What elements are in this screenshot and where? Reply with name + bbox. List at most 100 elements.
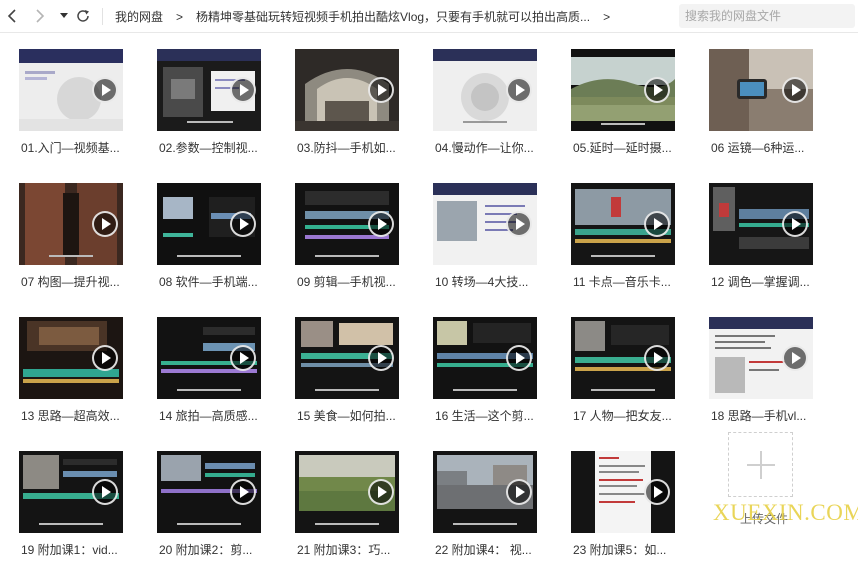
breadcrumb: 我的网盘 > 杨精坤零基础玩转短视频手机拍出酷炫Vlog，只要有手机就可以拍出高… xyxy=(115,8,623,25)
upload-button[interactable] xyxy=(728,432,793,497)
file-name: 19 附加课1：vid... xyxy=(21,543,118,557)
video-thumbnail xyxy=(157,49,261,131)
video-thumbnail xyxy=(157,317,261,399)
play-icon xyxy=(506,479,532,505)
play-icon xyxy=(506,345,532,371)
file-name: 09 剪辑—手机视... xyxy=(297,275,396,289)
play-icon xyxy=(782,345,808,371)
play-icon xyxy=(644,345,670,371)
video-thumbnail xyxy=(295,49,399,131)
video-thumbnail xyxy=(295,317,399,399)
refresh-icon xyxy=(77,10,89,22)
play-icon xyxy=(230,345,256,371)
file-name: 02.参数—控制视... xyxy=(159,141,258,155)
video-file-tile[interactable]: 23 附加课5：如... xyxy=(552,435,690,557)
play-icon xyxy=(782,211,808,237)
video-file-tile[interactable]: 13 思路—超高效... xyxy=(0,301,138,423)
search-box xyxy=(679,4,855,28)
file-name: 15 美食—如何拍... xyxy=(297,409,396,423)
breadcrumb-separator: > xyxy=(176,9,184,24)
video-file-tile[interactable]: 17 人物—把女友... xyxy=(552,301,690,423)
file-name: 22 附加课4： 视... xyxy=(435,543,532,557)
video-file-tile[interactable]: 06 运镜—6种运... xyxy=(690,33,828,155)
forward-button[interactable] xyxy=(30,6,50,26)
play-icon xyxy=(92,345,118,371)
caret-down-icon xyxy=(60,13,68,18)
breadcrumb-expand[interactable]: > xyxy=(603,10,610,24)
video-thumbnail xyxy=(433,183,537,265)
video-thumbnail xyxy=(709,49,813,131)
video-thumbnail xyxy=(19,317,123,399)
video-file-tile[interactable]: 22 附加课4： 视... xyxy=(414,435,552,557)
file-grid: 01.入门—视频基... 02.参数—控制视... 03.防抖—手机如... 0… xyxy=(0,33,858,569)
breadcrumb-root[interactable]: 我的网盘 xyxy=(115,8,163,25)
video-file-tile[interactable]: 10 转场—4大技... xyxy=(414,167,552,289)
play-icon xyxy=(92,211,118,237)
video-thumbnail xyxy=(19,49,123,131)
video-file-tile[interactable]: 03.防抖—手机如... xyxy=(276,33,414,155)
video-thumbnail xyxy=(157,183,261,265)
video-thumbnail xyxy=(433,451,537,533)
file-name: 04.慢动作—让你... xyxy=(435,141,534,155)
video-file-tile[interactable]: 21 附加课3：巧... xyxy=(276,435,414,557)
play-icon xyxy=(230,479,256,505)
play-icon xyxy=(506,77,532,103)
file-name: 20 附加课2：剪... xyxy=(159,543,253,557)
file-name: 23 附加课5：如... xyxy=(573,543,667,557)
plus-icon-vertical xyxy=(760,451,762,479)
video-file-tile[interactable]: 15 美食—如何拍... xyxy=(276,301,414,423)
video-file-tile[interactable]: 18 思路—手机vl... xyxy=(690,301,828,423)
video-file-tile[interactable]: 05.延时—延时摄... xyxy=(552,33,690,155)
play-icon xyxy=(368,77,394,103)
file-name: 10 转场—4大技... xyxy=(435,275,529,289)
video-thumbnail xyxy=(433,317,537,399)
file-name: 17 人物—把女友... xyxy=(573,409,672,423)
file-name: 14 旅拍—高质感... xyxy=(159,409,258,423)
toolbar-divider xyxy=(102,8,103,25)
video-file-tile[interactable]: 02.参数—控制视... xyxy=(138,33,276,155)
play-icon xyxy=(782,77,808,103)
video-thumbnail xyxy=(19,451,123,533)
video-thumbnail xyxy=(571,49,675,131)
refresh-button[interactable] xyxy=(73,6,93,26)
video-thumbnail xyxy=(433,49,537,131)
video-thumbnail xyxy=(19,183,123,265)
file-name: 11 卡点—音乐卡... xyxy=(573,275,671,289)
video-file-tile[interactable]: 01.入门—视频基... xyxy=(0,33,138,155)
video-thumbnail xyxy=(571,451,675,533)
video-file-tile[interactable]: 11 卡点—音乐卡... xyxy=(552,167,690,289)
top-toolbar: 我的网盘 > 杨精坤零基础玩转短视频手机拍出酷炫Vlog，只要有手机就可以拍出高… xyxy=(0,0,858,33)
video-thumbnail xyxy=(295,183,399,265)
file-name: 21 附加课3：巧... xyxy=(297,543,391,557)
back-button[interactable] xyxy=(2,6,22,26)
file-name: 08 软件—手机端... xyxy=(159,275,258,289)
video-file-tile[interactable]: 08 软件—手机端... xyxy=(138,167,276,289)
play-icon xyxy=(368,211,394,237)
video-file-tile[interactable]: 12 调色—掌握调... xyxy=(690,167,828,289)
video-file-tile[interactable]: 04.慢动作—让你... xyxy=(414,33,552,155)
file-name: 05.延时—延时摄... xyxy=(573,141,672,155)
file-name: 06 运镜—6种运... xyxy=(711,141,805,155)
video-file-tile[interactable]: 07 构图—提升视... xyxy=(0,167,138,289)
search-input[interactable] xyxy=(679,4,855,28)
history-dropdown-button[interactable] xyxy=(57,6,71,26)
video-thumbnail xyxy=(709,317,813,399)
breadcrumb-current-folder[interactable]: 杨精坤零基础玩转短视频手机拍出酷炫Vlog，只要有手机就可以拍出高质... xyxy=(196,8,590,25)
video-file-tile[interactable]: 20 附加课2：剪... xyxy=(138,435,276,557)
file-name: 16 生活—这个剪... xyxy=(435,409,534,423)
play-icon xyxy=(506,211,532,237)
file-name: 18 思路—手机vl... xyxy=(711,409,807,423)
video-file-tile[interactable]: 09 剪辑—手机视... xyxy=(276,167,414,289)
video-file-tile[interactable]: 16 生活—这个剪... xyxy=(414,301,552,423)
video-file-tile[interactable]: 14 旅拍—高质感... xyxy=(138,301,276,423)
chevron-left-icon xyxy=(7,9,16,23)
play-icon xyxy=(92,77,118,103)
play-icon xyxy=(368,479,394,505)
play-icon xyxy=(644,77,670,103)
play-icon xyxy=(92,479,118,505)
watermark: XUEXIN.COM xyxy=(713,500,858,525)
file-name: 13 思路—超高效... xyxy=(21,409,120,423)
file-name: 03.防抖—手机如... xyxy=(297,141,396,155)
video-thumbnail xyxy=(295,451,399,533)
video-file-tile[interactable]: 19 附加课1：vid... xyxy=(0,435,138,557)
